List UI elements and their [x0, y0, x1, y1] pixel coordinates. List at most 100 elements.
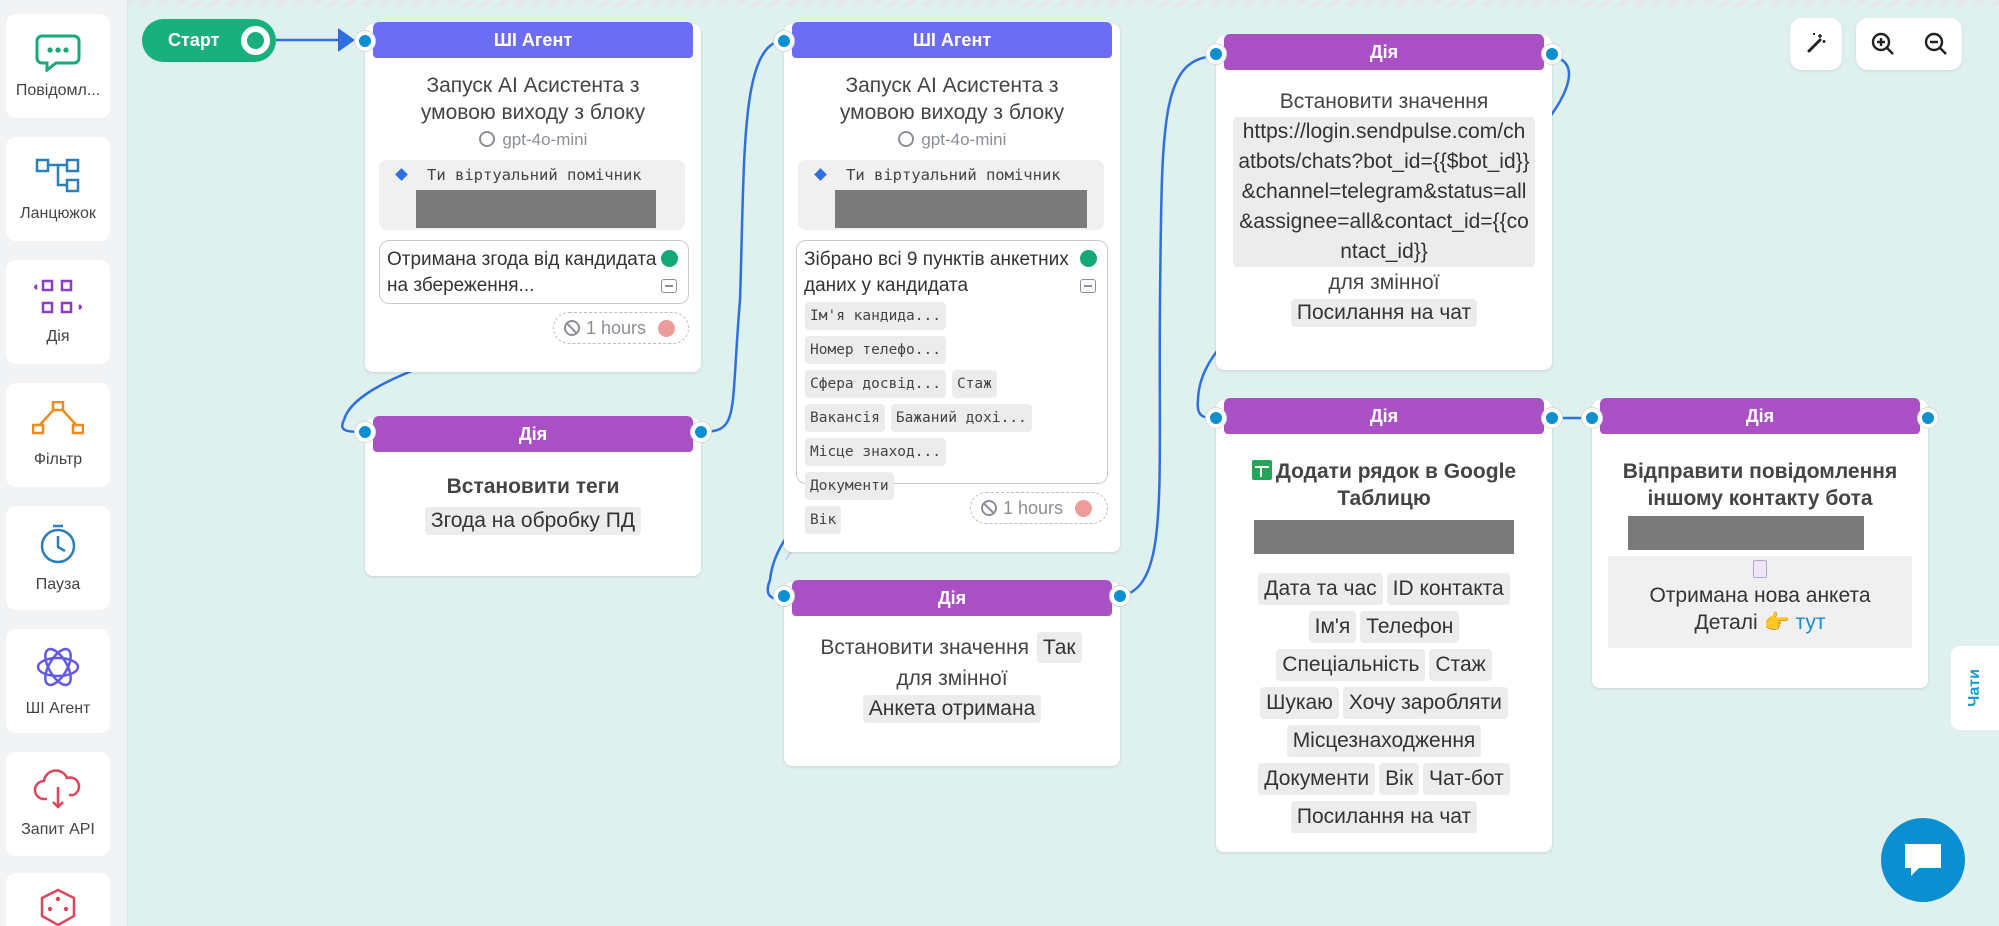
sidebar-item-ai-agent[interactable]: ШІ Агент [6, 629, 110, 733]
chats-tab[interactable]: Чати [1951, 646, 1999, 730]
diamond-icon [395, 168, 408, 181]
zoom-out-icon [1924, 32, 1947, 55]
zoom-controls [1856, 18, 1962, 70]
card-title: Додати рядок в Google Таблицю [1275, 460, 1517, 510]
field-chip: Дата та час [1258, 573, 1383, 605]
input-port[interactable] [355, 31, 375, 51]
variable-chip: Місце знаход... [805, 438, 946, 466]
variable-chip: Анкета отримана [862, 695, 1042, 723]
variable-chip: Стаж [951, 370, 997, 398]
sidebar-item-label: Повідомл... [15, 82, 101, 99]
timeout-badge[interactable]: 1 hours [970, 492, 1108, 524]
start-node[interactable]: Старт [142, 19, 276, 62]
redacted-block [416, 190, 656, 228]
start-label: Старт [168, 30, 220, 50]
card-header: ШІ Агент [792, 22, 1112, 58]
output-port[interactable] [1110, 586, 1130, 606]
field-chip: Телефон [1360, 611, 1460, 643]
chain-icon [35, 158, 80, 193]
chat-icon [661, 279, 677, 293]
google-sheet-card[interactable]: Дія Додати рядок в Google Таблицю Дата т… [1206, 398, 1562, 852]
card-header: Дія [792, 580, 1112, 616]
condition-output-port[interactable] [661, 250, 678, 267]
timeout-output-port[interactable] [658, 319, 676, 337]
input-port[interactable] [1206, 408, 1226, 428]
input-port[interactable] [1582, 408, 1602, 428]
input-port[interactable] [1206, 44, 1226, 64]
start-output-port[interactable] [241, 26, 270, 55]
sidebar-item-message[interactable]: Повідомл... [6, 14, 110, 118]
sidebar-item-filter[interactable]: Фільтр [6, 383, 110, 487]
set-value-prefix: Встановити значення [1279, 90, 1489, 113]
exit-condition[interactable]: Зібрано всі 9 пунктів анкетних даних у к… [796, 240, 1108, 534]
tag-chip: Згода на обробку ПД [424, 507, 642, 535]
timeout-output-port[interactable] [1075, 499, 1093, 517]
sidebar-item-pause[interactable]: Пауза [6, 506, 110, 610]
model-name-row: gpt-4o-mini [395, 130, 671, 150]
card-title: Запуск AI Асистента з умовою виходу з бл… [839, 74, 1065, 124]
card-header: ШІ Агент [373, 22, 693, 58]
message-link[interactable]: тут [1796, 611, 1826, 634]
canvas-top-strip [128, 0, 1999, 7]
prompt-text: Ти віртуальний помічник [846, 166, 1061, 184]
prompt-preview[interactable]: Ти віртуальний помічник [798, 160, 1104, 230]
zoom-in-button[interactable] [1870, 31, 1896, 57]
field-chip: Стаж [1429, 649, 1492, 681]
sidebar-item-chain[interactable]: Ланцюжок [6, 137, 110, 241]
set-tags-card[interactable]: Дія Встановити теги Згода на обробку ПД [355, 416, 711, 576]
variable-chip: Вік [805, 506, 842, 534]
input-port[interactable] [774, 31, 794, 51]
field-chip: Спеціальність [1276, 649, 1426, 681]
prompt-preview[interactable]: Ти віртуальний помічник [379, 160, 685, 230]
variable-chip: Бажаний дохі... [890, 404, 1032, 432]
set-value-card-2[interactable]: Дія Встановити значення https://login.se… [1206, 34, 1562, 370]
redacted-block [1254, 520, 1514, 554]
field-chip: Посилання на чат [1290, 801, 1478, 833]
zoom-out-button[interactable] [1923, 31, 1949, 57]
sidebar-item-action[interactable]: Дія [6, 260, 110, 364]
ai-agent-card-1[interactable]: ШІ Агент Запуск AI Асистента з умовою ви… [355, 22, 701, 372]
sidebar-item-random[interactable] [6, 873, 110, 926]
output-port[interactable] [1918, 408, 1938, 428]
output-port[interactable] [691, 422, 711, 442]
ai-agent-icon [36, 647, 80, 687]
condition-text: Зібрано всі 9 пунктів анкетних даних у к… [804, 249, 1069, 296]
timeout-badge[interactable]: 1 hours [553, 312, 689, 344]
ai-agent-card-2[interactable]: ШІ Агент Запуск AI Асистента з умовою ви… [774, 22, 1120, 552]
card-title: Запуск AI Асистента з умовою виходу з бл… [420, 74, 646, 124]
field-chip: Чат-бот [1423, 763, 1510, 795]
sidebar-item-label: Пауза [35, 576, 81, 593]
action-icon [34, 279, 82, 314]
sidebar-item-api-request[interactable]: Запит API [6, 752, 110, 856]
chat-bubble-icon [1905, 844, 1941, 876]
variable-chip: Вакансія [805, 404, 885, 432]
sidebar-item-label: Ланцюжок [20, 205, 96, 222]
variable-chip: Ім'я кандида... [805, 302, 946, 330]
set-value-prefix: Встановити значення [820, 636, 1029, 659]
output-port[interactable] [1542, 408, 1562, 428]
for-variable-text: для змінної [896, 667, 1008, 690]
support-chat-button[interactable] [1881, 818, 1965, 902]
no-symbol-icon [981, 500, 997, 516]
message-preview[interactable]: Отримана нова анкета Деталі 👉 тут [1608, 556, 1912, 648]
magic-wand-button[interactable] [1790, 18, 1842, 70]
card-title: Відправити повідомлення іншому контакту … [1622, 460, 1898, 510]
value-chip: https://login.sendpulse.com/chatbots/cha… [1233, 117, 1535, 267]
field-chip: Документи [1258, 763, 1376, 795]
value-chip: Так [1036, 632, 1082, 663]
input-port[interactable] [774, 586, 794, 606]
variable-chip: Документи [805, 472, 894, 500]
output-port[interactable] [1542, 44, 1562, 64]
connector-setval1-setval2 [1116, 54, 1219, 599]
condition-output-port[interactable] [1080, 250, 1097, 267]
send-message-card[interactable]: Дія Відправити повідомлення іншому конта… [1582, 398, 1938, 688]
model-name-row: gpt-4o-mini [814, 130, 1090, 150]
field-chip: ID контакта [1386, 573, 1510, 605]
document-icon [1753, 560, 1767, 578]
magic-wand-icon [1807, 33, 1826, 53]
input-port[interactable] [355, 422, 375, 442]
exit-condition[interactable]: Отримана згода від кандидата на збережен… [379, 240, 689, 304]
card-header: Дія [1600, 398, 1920, 434]
message-details-label: Деталі [1694, 611, 1758, 634]
set-value-card-1[interactable]: Дія Встановити значення Так для змінної … [774, 580, 1130, 766]
